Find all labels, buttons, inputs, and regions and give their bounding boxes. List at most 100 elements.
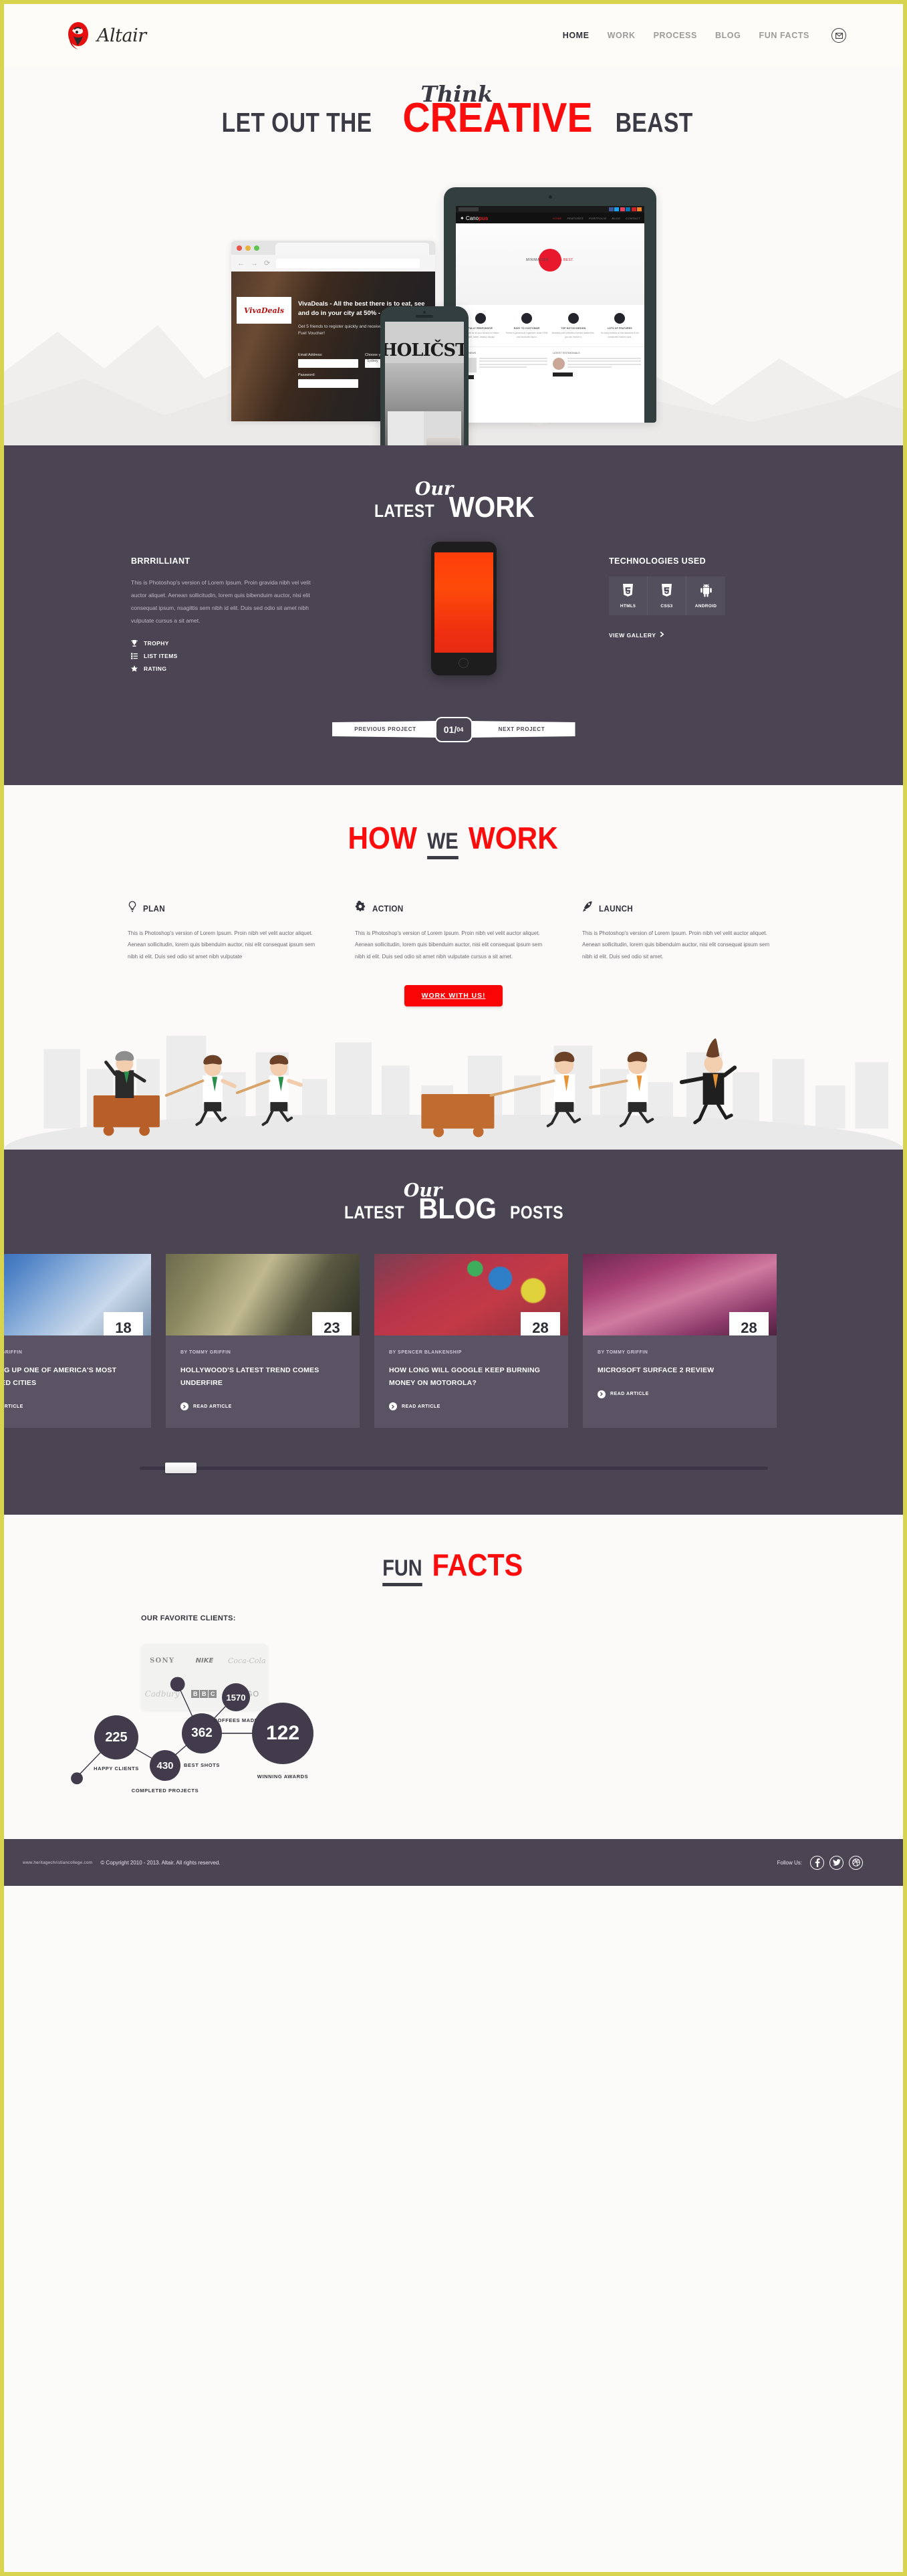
tablet-hero-band: MINIMALISM AT IT'S BEST.: [456, 223, 644, 305]
fact-value: 1570: [226, 1692, 246, 1703]
site-logo[interactable]: Altair: [68, 21, 146, 49]
feature-label: TROPHY: [144, 639, 169, 647]
blog-date-badge: 28 AUGUST: [521, 1312, 560, 1336]
vivadeals-logo-text: VivaDeals: [243, 306, 285, 315]
feature-text: Theme is generously organized, clean HTM…: [505, 332, 548, 338]
fun-heading-fun: FUN: [382, 1555, 422, 1587]
read-article-link[interactable]: READ ARTICLE: [389, 1402, 553, 1411]
blog-card[interactable]: 28 AUGUST BY SPENCER BLANKENSHIP HOW LON…: [374, 1254, 568, 1428]
arrow-right-circle-icon: [180, 1402, 188, 1411]
tablet-hero-caption: MINIMALISM AT IT'S BEST.: [456, 258, 644, 262]
feature-label: LIST ITEMS: [144, 652, 178, 659]
tech-label: CSS3: [660, 603, 673, 609]
feature-icon-circle: [475, 313, 486, 324]
fun-facts-connector-lines: [71, 1677, 281, 1785]
nav-item-blog[interactable]: BLOG: [715, 31, 741, 40]
dribbble-icon[interactable]: [849, 1855, 863, 1870]
work-section-heading: Our LATEST WORK: [4, 480, 903, 522]
process-text: This is Photoshop's version of Lorem Ips…: [355, 930, 543, 960]
blog-card[interactable]: 28 AUGUST BY TOMMY GRIFFIN MICROSOFT SUR…: [583, 1254, 777, 1428]
browser-tab: [275, 243, 429, 255]
blog-carousel-slider[interactable]: [139, 1463, 768, 1474]
feature-col: TOP NOTCH DESIGN Beautiful pixel perfect…: [551, 313, 596, 340]
caption-part-a: MINIMALISM: [526, 258, 550, 262]
vivadeals-logo-badge: VivaDeals: [237, 297, 291, 324]
teamwork-illustration: [4, 1023, 903, 1150]
canopus-logo: ✦ Canopus: [460, 215, 489, 221]
nav-item-fun-facts[interactable]: FUN FACTS: [759, 31, 809, 40]
nav-item-work[interactable]: WORK: [608, 31, 636, 40]
feature-text: Beautiful pixel perfection themes crafte…: [551, 332, 595, 338]
clients-heading: OUR FAVORITE CLIENTS:: [141, 1614, 236, 1623]
latest-news-block: LATEST NEWS: [459, 352, 547, 379]
slider-thumb[interactable]: [164, 1463, 197, 1474]
password-label: Password:: [298, 373, 315, 377]
read-article-link[interactable]: READ ARTICLE: [180, 1402, 345, 1411]
hero-right-text: BEAST: [616, 107, 694, 138]
fact-value: 362: [191, 1726, 213, 1741]
rocket-icon: [582, 901, 593, 916]
how-we-work-heading: HOW WE WORK: [4, 823, 903, 859]
blog-card-body: BY TOMMY GRIFFIN HOLLYWOOD'S LATEST TREN…: [166, 1335, 360, 1428]
model-portrait: [426, 438, 460, 445]
chevron-right-icon: [660, 631, 664, 639]
blog-card[interactable]: 18 AUGUST BY TOMMY GRIFFIN CLEANING UP O…: [1, 1254, 151, 1428]
previous-project-button[interactable]: PREVIOUS PROJECT: [332, 721, 439, 738]
subway-passengers-photo: 23 AUGUST: [166, 1254, 360, 1336]
blog-section: Our LATEST BLOG POSTS 18 AUGUST BY TOMMY…: [4, 1150, 903, 1515]
tablet-feature-columns: FULLY RESPONSIVE Optimized for all your …: [456, 305, 644, 340]
nav-item-home[interactable]: HOME: [563, 31, 590, 40]
process-column-launch: LAUNCH This is Photoshop's version of Lo…: [582, 901, 779, 963]
blog-date-day: 18: [104, 1312, 143, 1336]
next-project-button[interactable]: NEXT PROJECT: [468, 721, 575, 738]
feature-list-items: LIST ITEMS: [131, 653, 318, 659]
process-text: This is Photoshop's version of Lorem Ips…: [582, 930, 770, 960]
blog-title: CLEANING UP ONE OF AMERICA'S MOST POLLUT…: [1, 1366, 117, 1387]
window-close-dot: [237, 245, 242, 251]
follow-us-label: Follow Us:: [777, 1859, 802, 1866]
nav-item-process[interactable]: PROCESS: [654, 31, 697, 40]
linkedin-square-icon: [626, 207, 630, 211]
phone-camera-icon: [423, 311, 426, 314]
project-counter-current: 01: [443, 724, 455, 735]
css3-icon: [661, 583, 672, 601]
blog-author: BY TOMMY GRIFFIN: [1, 1350, 23, 1356]
technologies-heading: TECHNOLOGIES USED: [609, 556, 706, 566]
window-minimize-dot: [245, 245, 251, 251]
facebook-square-icon: [608, 207, 614, 211]
process-column-plan: PLAN This is Photoshop's version of Lore…: [128, 900, 325, 963]
process-header: ACTION: [355, 900, 552, 916]
project-screen-orange: [434, 552, 493, 653]
fun-facts-section: FUN FACTS OUR FAVORITE CLIENTS: SONY NIK…: [4, 1515, 903, 1840]
feature-trophy: TROPHY: [131, 639, 318, 647]
read-article-label: READ ARTICLE: [402, 1404, 440, 1409]
tech-android[interactable]: ANDROID: [686, 576, 725, 615]
technologies-panel: TECHNOLOGIES USED HTML5 CSS3 ANDROID VIE…: [609, 556, 776, 639]
fact-label-happy-clients: HAPPY CLIENTS: [94, 1765, 139, 1772]
twitter-icon[interactable]: [829, 1855, 844, 1870]
tablet-camera-icon: [548, 195, 552, 199]
slider-track[interactable]: [139, 1467, 768, 1471]
footer-copyright: © Copyright 2010 - 2013. Altair. All rig…: [100, 1859, 221, 1866]
fact-bubble-winning-awards: 122: [252, 1703, 313, 1765]
work-details: BRRRILLIANT This is Photoshop's version …: [131, 556, 318, 678]
work-heading-latest: LATEST: [374, 501, 434, 521]
blog-card-body: BY TOMMY GRIFFIN CLEANING UP ONE OF AMER…: [1, 1335, 151, 1428]
tech-html5[interactable]: HTML5: [609, 576, 648, 615]
work-heading-work: WORK: [448, 491, 535, 524]
topbar-left-block: [459, 207, 479, 211]
work-with-us-button[interactable]: WORK WITH US!: [404, 985, 503, 1007]
hero-section: Think LET OUT THE CREATIVE BEAST ← → ⟳ V…: [4, 67, 903, 445]
fact-label-winning-awards: WINNING AWARDS: [257, 1774, 309, 1780]
blog-card[interactable]: 23 AUGUST BY TOMMY GRIFFIN HOLLYWOOD'S L…: [166, 1254, 360, 1428]
facebook-icon[interactable]: [810, 1855, 824, 1870]
envelope-icon[interactable]: [831, 28, 846, 43]
blog-date-day: 23: [312, 1312, 352, 1336]
window-maximize-dot: [254, 245, 259, 251]
process-title: ACTION: [372, 903, 404, 914]
view-gallery-link[interactable]: VIEW GALLERY: [609, 631, 776, 639]
tablet-topbar: [456, 206, 644, 213]
read-article-link[interactable]: READ ARTICLE: [4, 1402, 136, 1410]
tech-css3[interactable]: CSS3: [648, 576, 686, 615]
read-article-link[interactable]: READ ARTICLE: [598, 1390, 762, 1398]
